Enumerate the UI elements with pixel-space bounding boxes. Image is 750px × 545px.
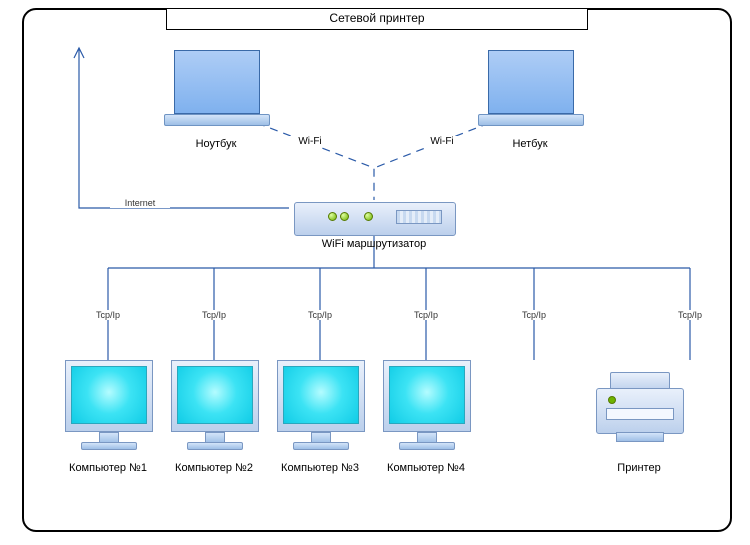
netbook-label: Нетбук — [478, 138, 582, 150]
link-wifi-label-left: Wi-Fi — [280, 136, 340, 147]
diagram-title: Сетевой принтер — [166, 8, 588, 30]
pc3-label: Компьютер №3 — [270, 462, 370, 474]
link-wifi-label-right: Wi-Fi — [412, 136, 472, 147]
laptop-icon — [164, 50, 268, 134]
pc3-icon — [275, 360, 365, 450]
diagram-frame: Сетевой принтер Ноутбук Нетбук Wi-Fi Wi-… — [22, 8, 732, 532]
printer-label: Принтер — [584, 462, 694, 474]
router-icon — [294, 198, 454, 238]
link-tcpip-label-3: Tcp/Ip — [298, 310, 342, 320]
link-tcpip-label-1: Tcp/Ip — [86, 310, 130, 320]
printer-icon — [594, 370, 684, 450]
link-tcpip-label-2: Tcp/Ip — [192, 310, 236, 320]
link-tcpip-label-4: Tcp/Ip — [404, 310, 448, 320]
connection-lines — [24, 10, 730, 530]
link-tcpip-label-6: Tcp/Ip — [668, 310, 712, 320]
link-internet-label: Internet — [110, 198, 170, 208]
laptop-label: Ноутбук — [164, 138, 268, 150]
pc4-label: Компьютер №4 — [376, 462, 476, 474]
link-tcpip-label-5: Tcp/Ip — [512, 310, 556, 320]
pc4-icon — [381, 360, 471, 450]
pc1-icon — [63, 360, 153, 450]
pc1-label: Компьютер №1 — [58, 462, 158, 474]
netbook-icon — [478, 50, 582, 134]
router-label: WiFi маршрутизатор — [294, 238, 454, 250]
pc2-label: Компьютер №2 — [164, 462, 264, 474]
pc2-icon — [169, 360, 259, 450]
